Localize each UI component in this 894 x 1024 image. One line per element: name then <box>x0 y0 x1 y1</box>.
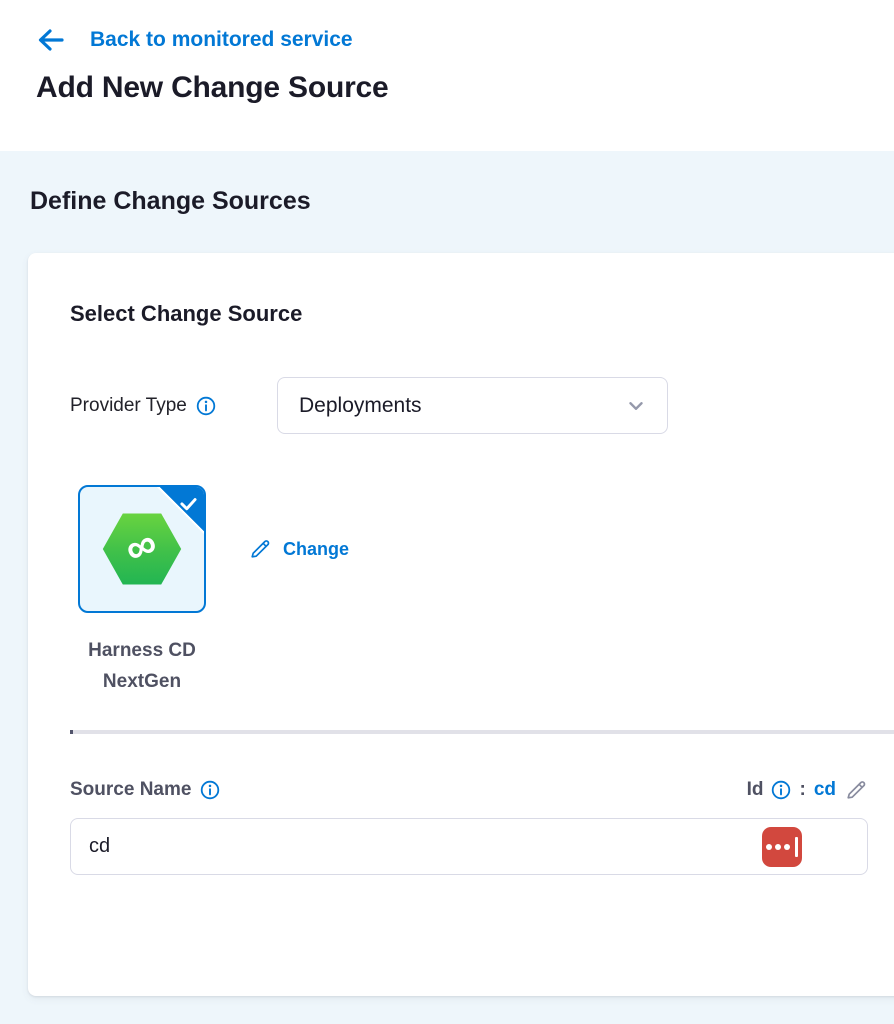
chevron-down-icon <box>625 395 647 417</box>
identifier-group: Id : cd <box>747 778 868 802</box>
provider-type-dropdown[interactable]: Deployments <box>277 377 668 434</box>
page-title: Add New Change Source <box>36 71 894 105</box>
source-name-input-wrap <box>70 818 868 875</box>
info-icon[interactable] <box>200 780 220 800</box>
change-source-card: Select Change Source Provider Type Deplo… <box>28 253 894 996</box>
selected-source-name: Harness CD NextGen <box>58 635 226 697</box>
back-link[interactable]: Back to monitored service <box>36 26 353 54</box>
info-icon[interactable] <box>196 396 216 416</box>
provider-type-row: Provider Type Deployments <box>70 377 894 434</box>
info-icon[interactable] <box>771 780 791 800</box>
change-source-link[interactable]: Change <box>248 535 349 563</box>
card-title: Select Change Source <box>70 301 894 327</box>
selected-source-tile[interactable]: ∞ <box>78 485 206 613</box>
id-separator: : <box>799 779 805 801</box>
edit-id-button[interactable] <box>844 778 868 802</box>
pencil-icon <box>248 537 272 561</box>
lastpass-dot <box>766 844 772 850</box>
lastpass-autofill-icon[interactable] <box>762 827 802 867</box>
id-value: cd <box>814 779 836 801</box>
provider-type-label: Provider Type <box>70 395 187 417</box>
tab-progress-tick <box>70 730 73 734</box>
check-icon <box>178 493 199 514</box>
source-name-input[interactable] <box>70 818 868 875</box>
page-header: Back to monitored service Add New Change… <box>0 0 894 151</box>
source-name-row: Source Name Id : cd <box>70 778 868 802</box>
section-title: Define Change Sources <box>0 151 894 216</box>
tab-progress-divider <box>70 730 894 734</box>
source-tile-row: ∞ Harness CD NextGen Change <box>70 485 894 697</box>
back-link-label[interactable]: Back to monitored service <box>90 28 353 52</box>
lastpass-bar <box>795 837 798 857</box>
provider-type-value: Deployments <box>299 394 422 418</box>
back-arrow-icon <box>36 26 66 54</box>
lastpass-dot <box>784 844 790 850</box>
source-name-label: Source Name <box>70 779 191 801</box>
lastpass-dot <box>775 844 781 850</box>
id-label: Id <box>747 779 764 801</box>
change-link-label[interactable]: Change <box>283 539 349 560</box>
